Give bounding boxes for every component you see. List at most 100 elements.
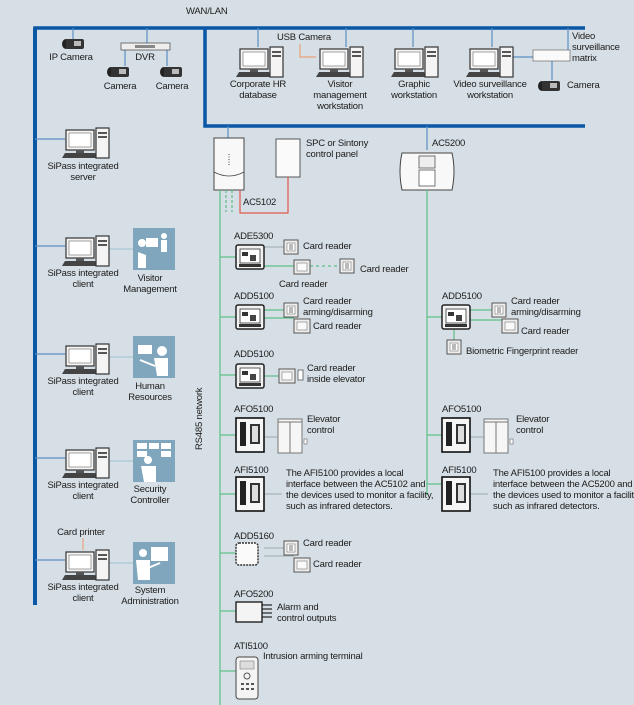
elevator-button-icon	[297, 369, 304, 381]
card-reader-icon	[339, 258, 355, 274]
server-pc-icon	[61, 127, 110, 159]
card-reader-arming-label: Card reader arming/disarming	[303, 296, 373, 318]
ip-camera-icon	[62, 39, 84, 49]
rs485-network-label: RS485 network	[194, 387, 205, 450]
hr-database-pc-icon	[235, 46, 284, 78]
usb-camera-label: USB Camera	[277, 32, 331, 43]
card-reader-label: Card reader	[313, 559, 362, 570]
afi5100-note: The AFI5100 provides a local interface b…	[286, 468, 434, 512]
ade5300-label: ADE5300	[234, 231, 274, 242]
matrix-camera-icon	[538, 81, 560, 91]
usb-camera-link	[299, 44, 316, 58]
afo5100-label: AFO5100	[442, 404, 482, 415]
graphic-workstation-pc-icon	[390, 46, 439, 78]
sipass-client-label: SiPass integrated client	[47, 376, 119, 398]
sipass-server-label: SiPass integrated server	[47, 161, 119, 183]
client-pc-icon	[61, 235, 110, 267]
visitor-management-icon	[133, 228, 175, 270]
ac5200-label: AC5200	[432, 138, 466, 149]
client-pc-icon	[61, 343, 110, 375]
ip-camera-label: IP Camera	[49, 52, 93, 63]
visitor-workstation-label: Visitor management workstation	[313, 79, 367, 112]
system-administration-icon	[133, 542, 175, 584]
visitor-management-label: Visitor Management	[123, 273, 177, 295]
fingerprint-reader-label: Biometric Fingerprint reader	[466, 346, 579, 357]
card-reader-label: Card reader	[279, 279, 328, 290]
add5100-label: ADD5100	[442, 291, 482, 302]
card-reader-icon	[283, 239, 299, 255]
corporate-hr-label: Corporate HR database	[229, 79, 287, 101]
video-workstation-pc-icon	[465, 46, 514, 78]
ac5102-controller-icon	[213, 137, 245, 191]
elevator-card-reader-icon	[278, 368, 296, 384]
elevator-icon	[277, 418, 308, 454]
sipass-client-label: SiPass integrated client	[47, 480, 119, 502]
video-matrix-label: Video surveillance matrix	[572, 31, 620, 64]
graphic-workstation-label: Graphic workstation	[391, 79, 437, 101]
card-reader-label: Card reader	[303, 538, 352, 549]
camera-label: Camera	[103, 81, 137, 92]
camera-icon	[107, 67, 129, 77]
afo5100-label: AFO5100	[234, 404, 274, 415]
video-matrix-icon	[532, 49, 571, 62]
sipass-client-label: SiPass integrated client	[47, 268, 119, 290]
afo5100-module-icon	[441, 417, 471, 453]
spc-panel-icon	[275, 138, 301, 178]
afo5200-module-icon	[235, 601, 272, 623]
fingerprint-reader-icon	[446, 339, 462, 355]
add5100-module-icon	[235, 363, 265, 389]
elevator-reader-label: Card reader inside elevator	[307, 363, 366, 385]
ac5102-label: AC5102	[243, 197, 277, 208]
add5100-module-icon	[441, 304, 471, 330]
add5160-module-icon	[235, 542, 259, 566]
card-reader-icon	[293, 259, 311, 275]
matrix-camera-label: Camera	[567, 80, 600, 91]
card-reader-icon	[501, 318, 519, 334]
afi5100-module-icon	[235, 476, 265, 512]
ati5100-terminal-icon	[235, 656, 259, 700]
afi5100-label: AFI5100	[234, 465, 269, 476]
system-administration-label: System Administration	[121, 585, 179, 607]
sipass-client-label: SiPass integrated client	[47, 582, 119, 604]
ac5200-controller-icon	[399, 152, 455, 191]
security-controller-label: Security Controller	[130, 484, 170, 506]
alarm-outputs-label: Alarm and control outputs	[277, 602, 337, 624]
client-pc-icon	[61, 447, 110, 479]
intrusion-terminal-label: Intrusion arming terminal	[263, 651, 363, 662]
card-reader-icon	[293, 318, 311, 334]
card-reader-label: Card reader	[313, 321, 362, 332]
add5160-label: ADD5160	[234, 531, 274, 542]
security-controller-icon	[133, 440, 175, 482]
role-links	[108, 248, 133, 564]
card-reader-label: Card reader	[303, 241, 352, 252]
add5100-label: ADD5100	[234, 349, 274, 360]
human-resources-label: Human Resources	[128, 381, 172, 403]
elevator-icon	[483, 418, 514, 454]
add5100-module-icon	[235, 304, 265, 330]
card-reader-icon	[283, 540, 299, 556]
afo5200-label: AFO5200	[234, 589, 274, 600]
card-reader-arming-label: Card reader arming/disarming	[511, 296, 581, 318]
camera-icon	[160, 67, 182, 77]
afo5100-module-icon	[235, 417, 265, 453]
dvr-label: DVR	[135, 52, 155, 63]
afi5100-label: AFI5100	[442, 465, 477, 476]
card-reader-keypad-icon	[491, 302, 507, 318]
ade5300-module-icon	[235, 244, 265, 270]
video-workstation-label: Video surveillance workstation	[453, 79, 527, 101]
afi5100-module-icon	[441, 476, 471, 512]
wan-lan-label: WAN/LAN	[186, 6, 228, 17]
dvr-icon	[120, 42, 171, 51]
elevator-control-label: Elevator control	[307, 414, 341, 436]
afi5100-note: The AFI5100 provides a local interface b…	[493, 468, 634, 512]
elevator-control-label: Elevator control	[516, 414, 550, 436]
card-reader-label: Card reader	[360, 264, 409, 275]
visitor-workstation-pc-icon	[315, 46, 364, 78]
card-reader-label: Card reader	[521, 326, 570, 337]
human-resources-icon	[133, 336, 175, 378]
camera-label: Camera	[155, 81, 189, 92]
card-reader-icon	[293, 557, 311, 573]
card-printer-label: Card printer	[57, 527, 105, 538]
add5100-label: ADD5100	[234, 291, 274, 302]
card-reader-keypad-icon	[283, 302, 299, 318]
